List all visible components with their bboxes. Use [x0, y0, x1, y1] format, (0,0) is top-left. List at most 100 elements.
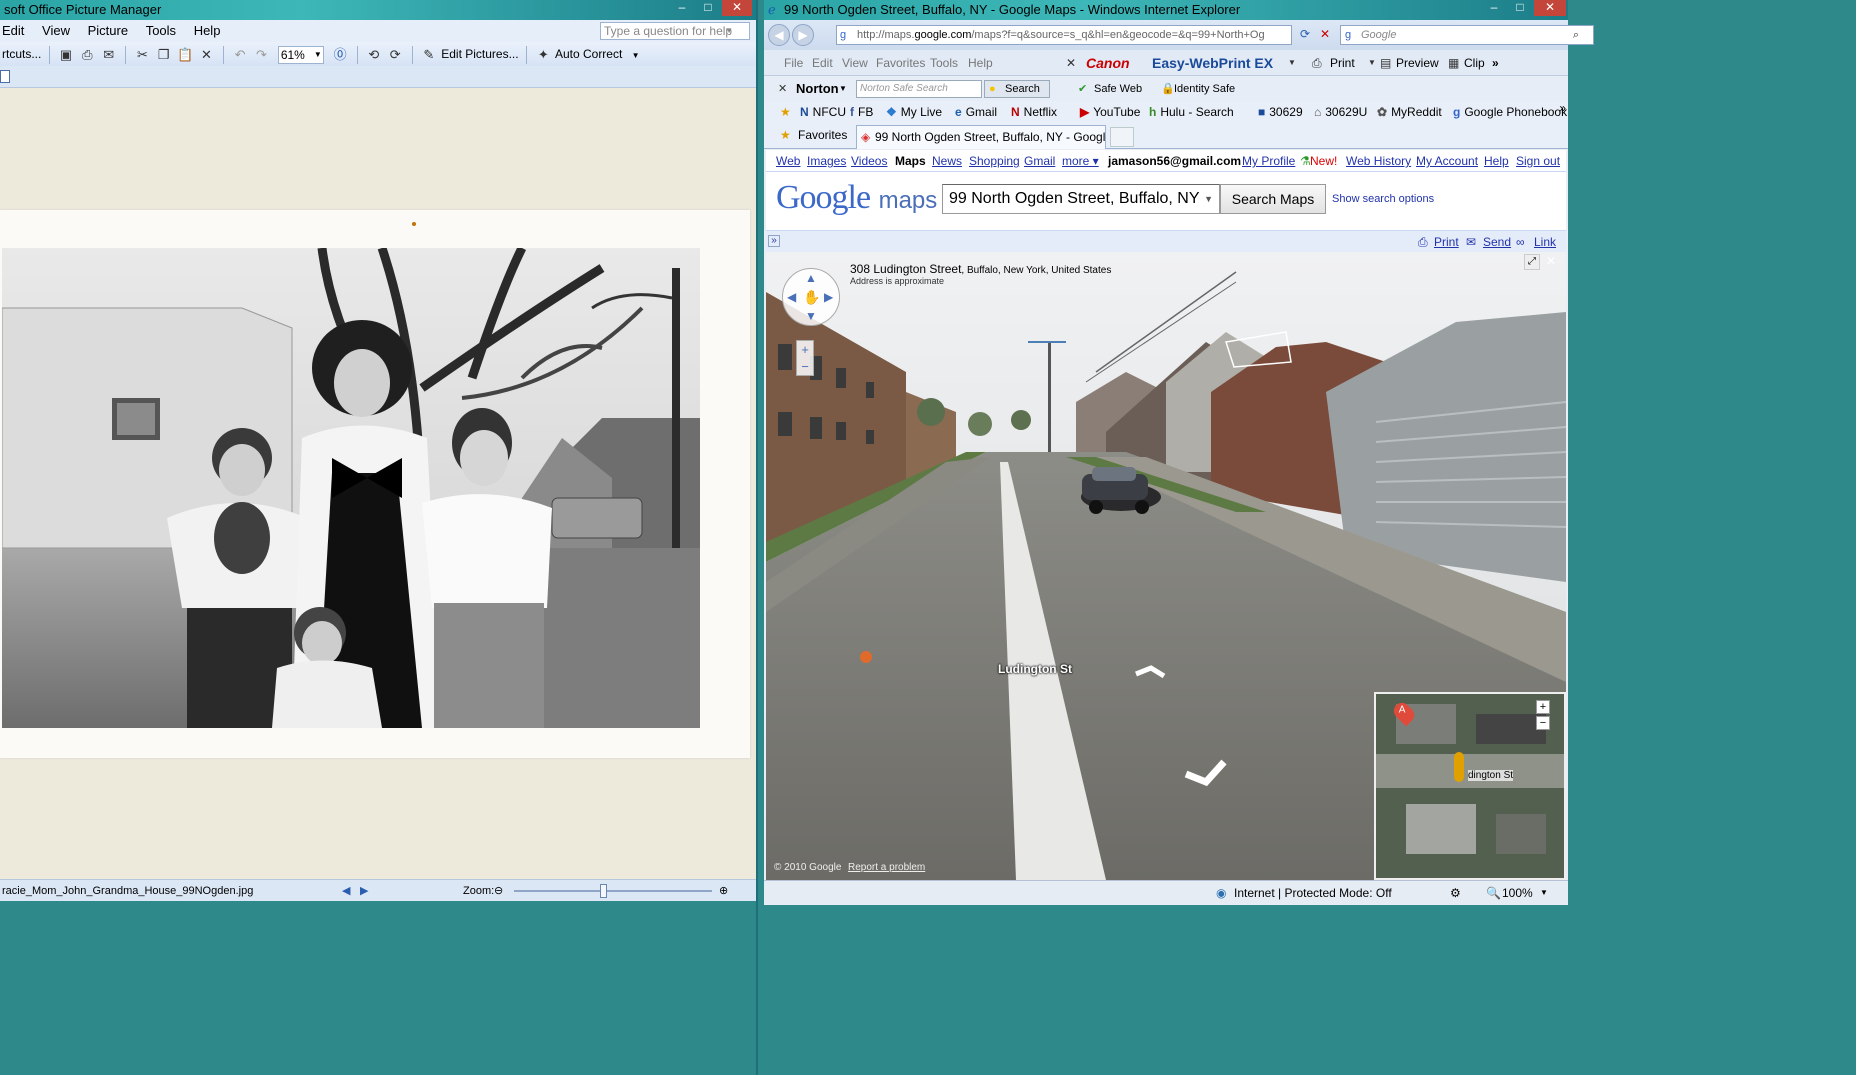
zoom-in-icon[interactable]: ⊕ [719, 880, 728, 902]
new-tab-button[interactable] [1110, 127, 1134, 147]
magnifier-icon[interactable]: ⌕ [1573, 26, 1579, 44]
delete-icon[interactable]: ✕ [197, 46, 215, 64]
tab-google-maps[interactable]: ◈ 99 North Ogden Street, Buffalo, NY - G… [856, 125, 1106, 149]
pan-up-icon[interactable]: ▲ [805, 271, 817, 285]
link-web-history[interactable]: Web History [1346, 150, 1411, 172]
favorite-item[interactable]: ▶ YouTube [1080, 101, 1140, 123]
stop-icon[interactable]: ✕ [1320, 27, 1330, 41]
chevron-down-icon[interactable]: ▼ [1204, 185, 1213, 213]
zoom-control[interactable]: + − [796, 340, 814, 376]
nav-shopping[interactable]: Shopping [969, 150, 1020, 172]
pan-right-icon[interactable]: ▶ [824, 290, 833, 304]
menu-edit[interactable]: Edit [2, 20, 24, 42]
zoom-slider-thumb[interactable] [600, 884, 607, 898]
norton-search-button[interactable]: ● Search [984, 80, 1050, 98]
edit-pictures-button[interactable]: Edit Pictures... [441, 47, 518, 61]
norton-search-input[interactable]: Norton Safe Search [856, 80, 982, 98]
pegman-icon[interactable] [1454, 752, 1464, 782]
nav-web[interactable]: Web [776, 150, 800, 172]
nav-gmail[interactable]: Gmail [1024, 150, 1055, 172]
close-norton-icon[interactable]: ✕ [778, 77, 787, 101]
minimap-zoom-out-icon[interactable]: − [1536, 716, 1550, 730]
favorite-item[interactable]: ■ 30629 [1258, 101, 1303, 123]
maps-send-link[interactable]: Send [1483, 231, 1511, 253]
link-my-profile[interactable]: My Profile [1242, 150, 1295, 172]
ie-menu-help[interactable]: Help [968, 50, 993, 76]
webprint-print-button[interactable]: Print [1330, 50, 1355, 76]
paste-icon[interactable]: 📋 [176, 46, 194, 64]
security-icon[interactable]: ⚙ [1450, 881, 1461, 905]
address-bar[interactable]: g http://maps.google.com/maps?f=q&source… [836, 25, 1292, 45]
collapse-panel-icon[interactable]: » [768, 235, 780, 247]
chevrons-right-icon[interactable]: » [1559, 97, 1566, 119]
link-help[interactable]: Help [1484, 150, 1509, 172]
shortcuts-button[interactable]: rtcuts... [2, 47, 41, 61]
copy-icon[interactable]: ❐ [155, 46, 173, 64]
sv-zoom-out-icon[interactable]: − [797, 358, 813, 375]
minimize-button[interactable]: – [668, 0, 696, 16]
redo-icon[interactable]: ↷ [252, 46, 270, 64]
maps-search-input[interactable]: 99 North Ogden Street, Buffalo, NY ▼ [942, 184, 1220, 214]
menu-picture[interactable]: Picture [88, 20, 128, 42]
pan-control[interactable]: ▲ ▼ ◀ ▶ ✋ [782, 268, 840, 326]
link-sign-out[interactable]: Sign out [1516, 150, 1560, 172]
mail-icon[interactable]: ✉ [100, 46, 118, 64]
prev-arrow-icon[interactable]: ◀ [342, 880, 350, 902]
back-button[interactable]: ◀ [768, 24, 790, 46]
favorite-item[interactable]: g Google Phonebook [1453, 101, 1567, 123]
zoom-icon[interactable]: 🔍 [1486, 881, 1501, 905]
ie-menu-edit[interactable]: Edit [812, 50, 833, 76]
ie-menu-tools[interactable]: Tools [930, 50, 958, 76]
link-my-account[interactable]: My Account [1416, 150, 1478, 172]
zoom-slider[interactable] [514, 884, 712, 898]
toolbar-options-icon[interactable]: ▼ [632, 51, 640, 60]
ie-zoom-level[interactable]: 100% [1502, 881, 1533, 905]
print-icon[interactable]: ⎙ [78, 46, 96, 64]
favorite-item[interactable]: ⌂ 30629U [1314, 101, 1367, 123]
ie-menu-favorites[interactable]: Favorites [876, 50, 925, 76]
ie-maximize-button[interactable]: □ [1506, 0, 1534, 16]
menu-view[interactable]: View [42, 20, 70, 42]
ie-minimize-button[interactable]: – [1480, 0, 1508, 16]
close-button[interactable]: ✕ [722, 0, 752, 16]
search-maps-button[interactable]: Search Maps [1220, 184, 1326, 214]
rotate-left-icon[interactable]: ⟲ [365, 46, 383, 64]
sv-zoom-in-icon[interactable]: + [797, 341, 813, 358]
help-search-box[interactable]: Type a question for help ▼ [600, 22, 750, 40]
next-arrow-icon[interactable]: ▶ [360, 880, 368, 902]
save-icon[interactable]: ▣ [57, 46, 75, 64]
link-new[interactable]: New! [1310, 150, 1337, 172]
auto-correct-button[interactable]: Auto Correct [555, 47, 622, 61]
thumbnail-view-icon[interactable] [0, 70, 10, 83]
undo-icon[interactable]: ↶ [231, 46, 249, 64]
forward-button[interactable]: ▶ [792, 24, 814, 46]
favorites-button[interactable]: Favorites [798, 123, 847, 147]
close-streetview-icon[interactable]: ✕ [1546, 254, 1556, 268]
maps-print-link[interactable]: Print [1434, 231, 1459, 253]
identity-safe-button[interactable]: Identity Safe [1174, 77, 1235, 101]
ie-search-box[interactable]: g Google ⌕ [1340, 25, 1594, 45]
favorite-item[interactable]: N NFCU [800, 101, 846, 123]
ie-menu-file[interactable]: File [784, 50, 803, 76]
nav-videos[interactable]: Videos [851, 150, 887, 172]
rotate-right-icon[interactable]: ⟳ [386, 46, 404, 64]
nav-news[interactable]: News [932, 150, 962, 172]
pan-left-icon[interactable]: ◀ [787, 290, 796, 304]
favorite-item[interactable]: e Gmail [955, 101, 997, 123]
zoom-out-icon[interactable]: ⊖ [494, 880, 503, 902]
pan-down-icon[interactable]: ▼ [805, 309, 817, 323]
favorite-item[interactable]: ❖ My Live [886, 101, 942, 123]
easy-webprint-button[interactable]: Easy-WebPrint EX [1152, 50, 1273, 76]
favorite-item[interactable]: h Hulu - Search [1149, 101, 1234, 123]
nav-images[interactable]: Images [807, 150, 846, 172]
help-icon[interactable]: ⓪ [331, 46, 349, 64]
report-problem-link[interactable]: Report a problem [848, 862, 925, 873]
show-search-options[interactable]: Show search options [1332, 193, 1434, 205]
ie-menu-view[interactable]: View [842, 50, 868, 76]
street-view[interactable]: 308 Ludington Street, Buffalo, New York,… [766, 252, 1566, 880]
refresh-icon[interactable]: ⟳ [1300, 27, 1310, 41]
favorite-item[interactable]: f FB [850, 101, 873, 123]
favorite-item[interactable]: ✿ MyReddit [1377, 101, 1442, 123]
ie-close-button[interactable]: ✕ [1534, 0, 1566, 16]
menu-tools[interactable]: Tools [146, 20, 176, 42]
